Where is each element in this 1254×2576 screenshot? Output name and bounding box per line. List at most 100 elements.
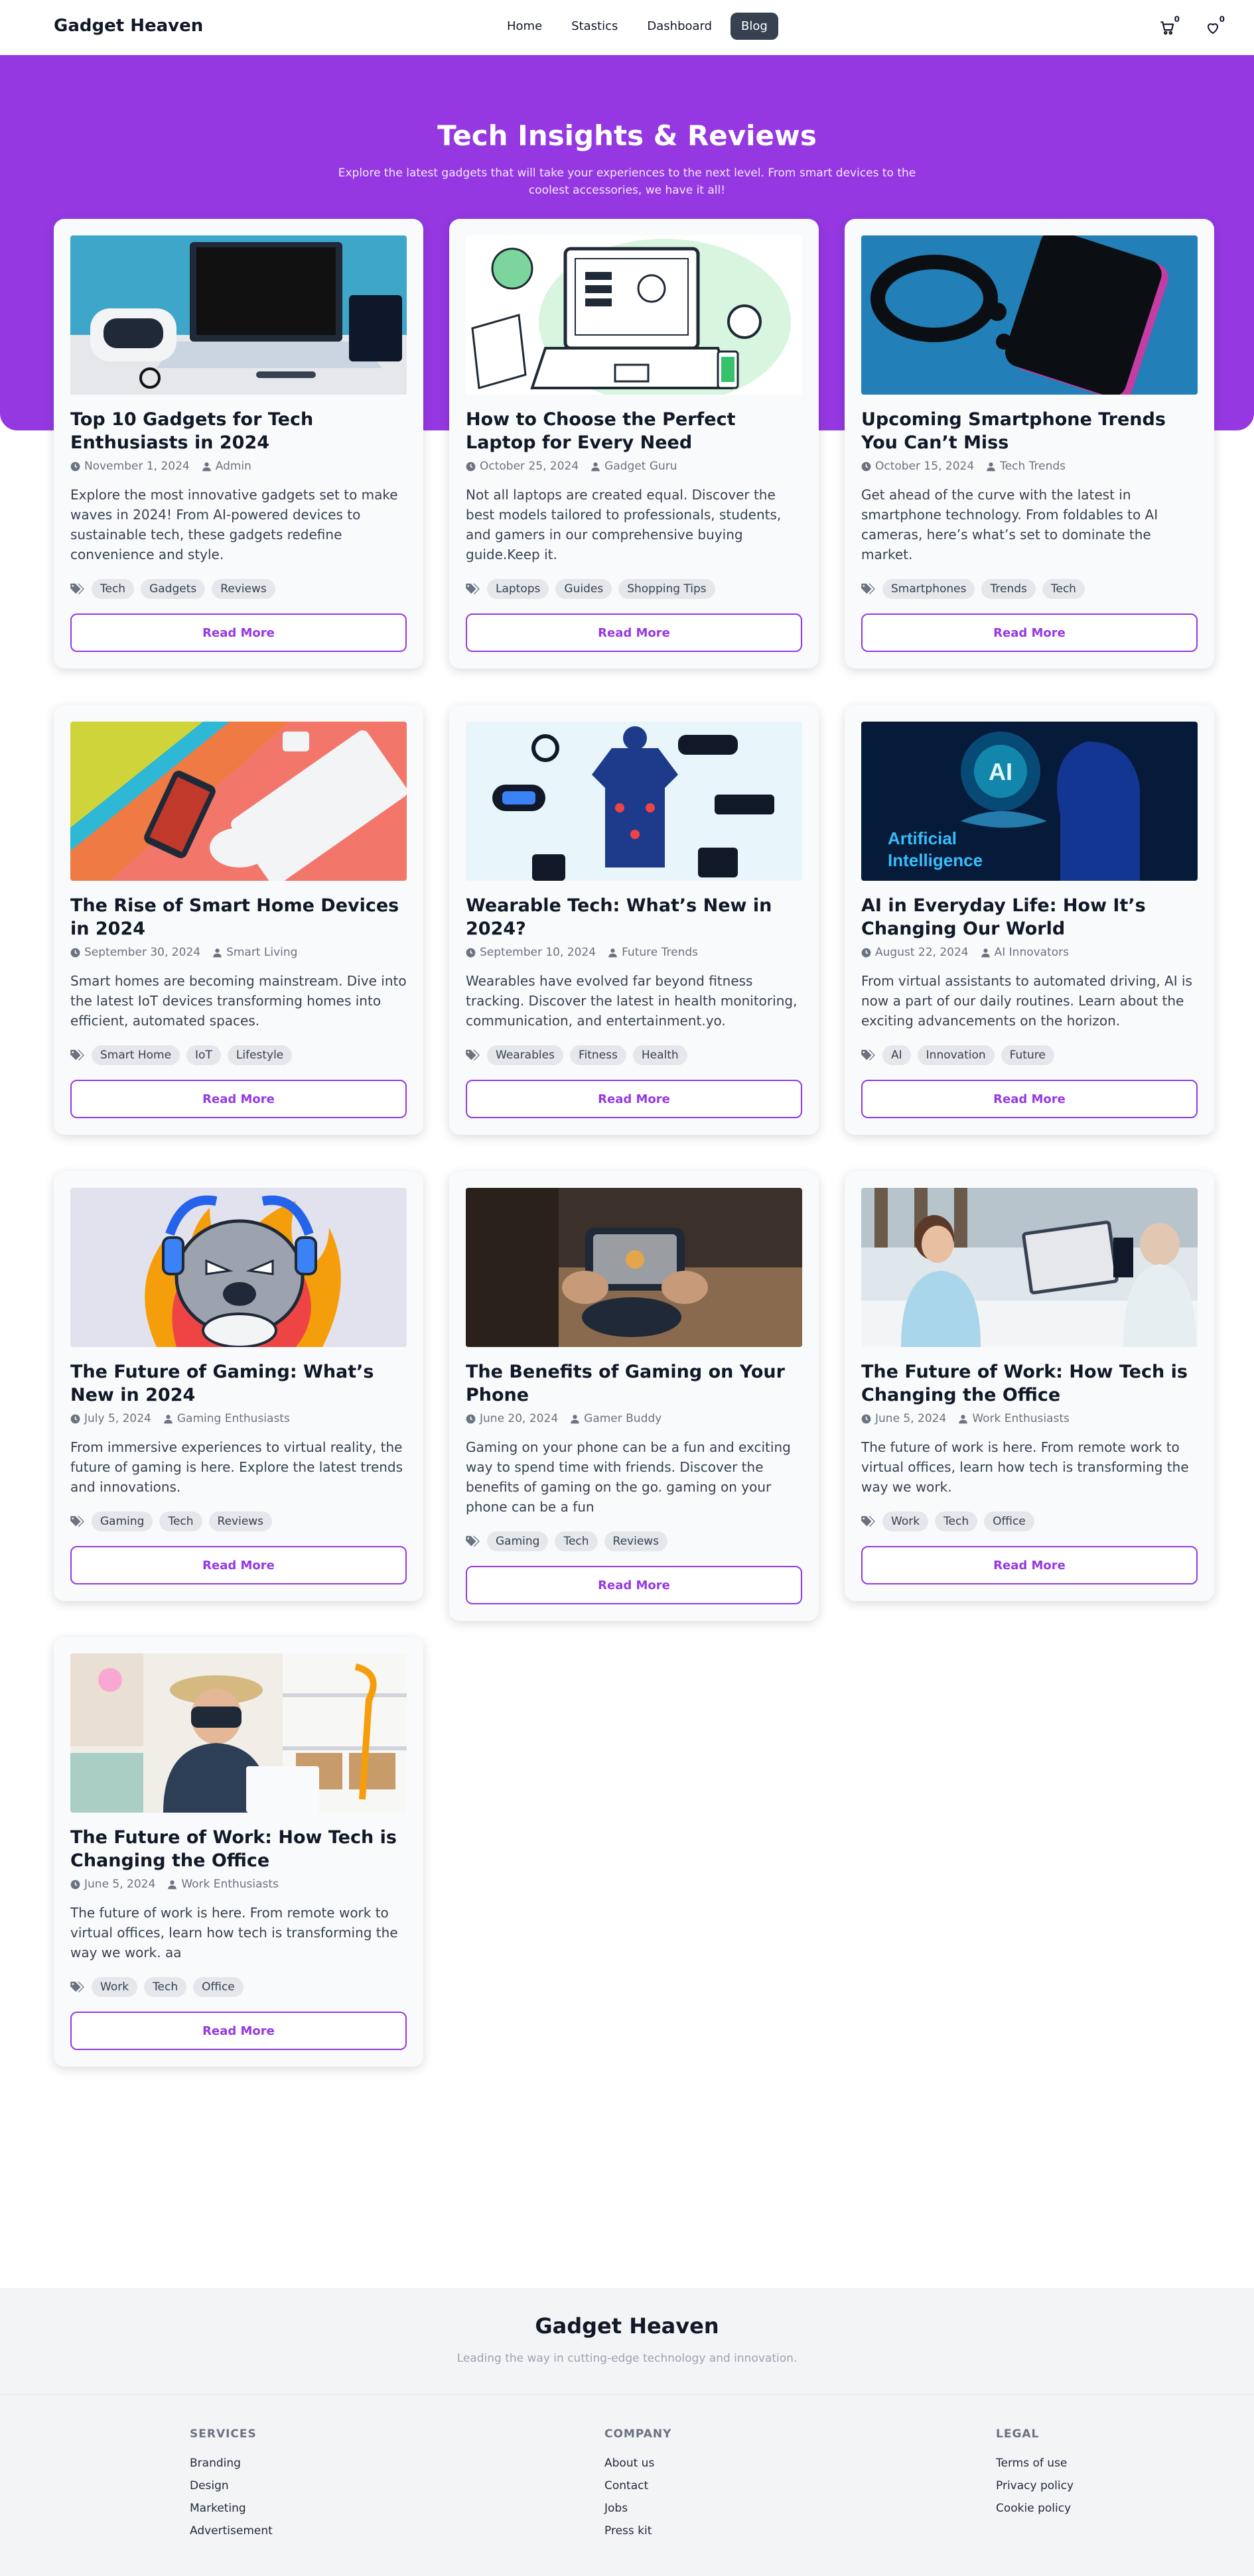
card-date: June 5, 2024 [861,1412,946,1425]
blog-card: The Rise of Smart Home Devices in 2024 S… [54,705,423,1135]
nav-link-statistics[interactable]: Stastics [561,13,628,40]
card-description: Wearables have evolved far beyond fitnes… [466,973,798,1029]
card-description: The future of work is here. From remote … [70,1905,398,1961]
read-more-button[interactable]: Read More [70,1546,407,1584]
tag[interactable]: Work [882,1512,929,1531]
user-icon [608,948,617,957]
tag[interactable]: Reviews [212,579,275,599]
tag[interactable]: Health [632,1045,687,1065]
tag[interactable]: AI [882,1045,911,1065]
tag[interactable]: Smartphones [882,579,975,599]
tag[interactable]: Tech [159,1512,202,1531]
tag[interactable]: Tech [144,1977,187,1997]
footer-heading: COMPANY [604,2427,672,2441]
read-more-button[interactable]: Read More [466,1566,802,1604]
card-description: Gaming on your phone can be a fun and ex… [466,1439,791,1515]
read-more-button[interactable]: Read More [861,1080,1198,1118]
tags-icon [70,1515,84,1527]
nav-link-dashboard[interactable]: Dashboard [636,13,723,40]
clock-icon [466,948,476,957]
footer-link[interactable]: Advertisement [190,2524,273,2538]
card-date: June 5, 2024 [70,1878,155,1891]
footer-link[interactable]: Privacy policy [996,2479,1074,2492]
tag[interactable]: Reviews [208,1512,273,1531]
tag[interactable]: Laptops [487,579,549,599]
footer-link[interactable]: Design [190,2479,273,2492]
footer-link[interactable]: About us [604,2457,671,2470]
card-title[interactable]: The Future of Work: How Tech is Changing… [861,1360,1198,1407]
footer-link[interactable]: Press kit [604,2524,671,2538]
card-meta: June 20, 2024 Gamer Buddy [466,1412,802,1425]
card-tags: Gaming Tech Reviews [466,1531,802,1551]
tag[interactable]: Work [92,1977,138,1997]
tag[interactable]: Office [984,1512,1034,1531]
tag[interactable]: Gaming [92,1512,153,1531]
clock-icon [861,948,871,957]
card-title[interactable]: How to Choose the Perfect Laptop for Eve… [466,408,802,454]
card-date-text: September 10, 2024 [480,946,596,959]
card-title[interactable]: The Future of Gaming: What’s New in 2024 [70,1360,407,1407]
nav-link-home[interactable]: Home [496,13,553,40]
card-title[interactable]: The Benefits of Gaming on Your Phone [466,1360,802,1407]
tag[interactable]: Gaming [487,1531,549,1551]
wishlist-button[interactable]: 0 [1200,15,1226,41]
tag[interactable]: Future [1001,1045,1054,1065]
tag[interactable]: Office [193,1977,244,1997]
tag[interactable]: Tech [92,579,135,599]
user-icon [213,948,222,957]
vr-home-office-image [70,1653,407,1813]
read-more-button[interactable]: Read More [70,1080,407,1118]
tag[interactable]: Trends [981,579,1036,599]
tags-icon [861,1049,875,1061]
card-title[interactable]: AI in Everyday Life: How It’s Changing O… [861,894,1198,940]
read-more-button[interactable]: Read More [466,613,802,652]
cart-button[interactable]: 0 [1154,15,1181,41]
clock-icon [466,462,476,471]
tag[interactable]: Tech [935,1512,978,1531]
card-author: Admin [202,460,251,473]
tag[interactable]: IoT [186,1045,221,1065]
read-more-button[interactable]: Read More [70,2012,407,2050]
card-title[interactable]: The Rise of Smart Home Devices in 2024 [70,894,407,940]
footer-column-company: COMPANY About us Contact Jobs Press kit [604,2427,671,2547]
footer-link[interactable]: Contact [604,2479,671,2492]
tag[interactable]: Guides [555,579,612,599]
read-more-button[interactable]: Read More [861,1546,1198,1584]
card-title[interactable]: The Future of Work: How Tech is Changing… [70,1826,407,1872]
card-tags: Tech Gadgets Reviews [70,579,407,599]
tags-icon [466,583,480,595]
tag[interactable]: Lifestyle [227,1045,293,1065]
tag[interactable]: Smart Home [92,1045,180,1065]
tag[interactable]: Innovation [917,1045,995,1065]
tag[interactable]: Shopping Tips [618,579,715,599]
card-author: Future Trends [608,946,698,959]
tag[interactable]: Tech [1042,579,1085,599]
tags-icon [861,1515,875,1527]
card-title[interactable]: Wearable Tech: What’s New in 2024? [466,894,802,940]
footer-link[interactable]: Marketing [190,2502,273,2515]
card-title[interactable]: Upcoming Smartphone Trends You Can’t Mis… [861,408,1198,454]
tag[interactable]: Gadgets [141,579,206,599]
card-title[interactable]: Top 10 Gadgets for Tech Enthusiasts in 2… [70,408,407,454]
card-author-text: Tech Trends [1000,460,1066,473]
card-author-text: Gamer Buddy [584,1412,662,1425]
tag[interactable]: Fitness [569,1045,626,1065]
footer-link[interactable]: Cookie policy [996,2502,1074,2515]
user-icon [202,462,211,471]
nav-link-blog[interactable]: Blog [731,13,778,40]
read-more-button[interactable]: Read More [70,613,407,652]
footer-link[interactable]: Branding [190,2457,273,2470]
user-icon [981,948,990,957]
card-tags: Smartphones Trends Tech [861,579,1198,599]
laptop-illustration-image [466,235,802,395]
read-more-button[interactable]: Read More [861,613,1198,652]
footer-link[interactable]: Jobs [604,2502,671,2515]
tag[interactable]: Wearables [487,1045,563,1065]
wearable-tech-image [466,722,802,881]
footer-link[interactable]: Terms of use [996,2457,1074,2470]
tag[interactable]: Tech [555,1531,598,1551]
brand-logo[interactable]: Gadget Heaven [54,16,203,36]
tag[interactable]: Reviews [604,1531,668,1551]
footer-divider [0,2394,1254,2395]
read-more-button[interactable]: Read More [466,1080,802,1118]
